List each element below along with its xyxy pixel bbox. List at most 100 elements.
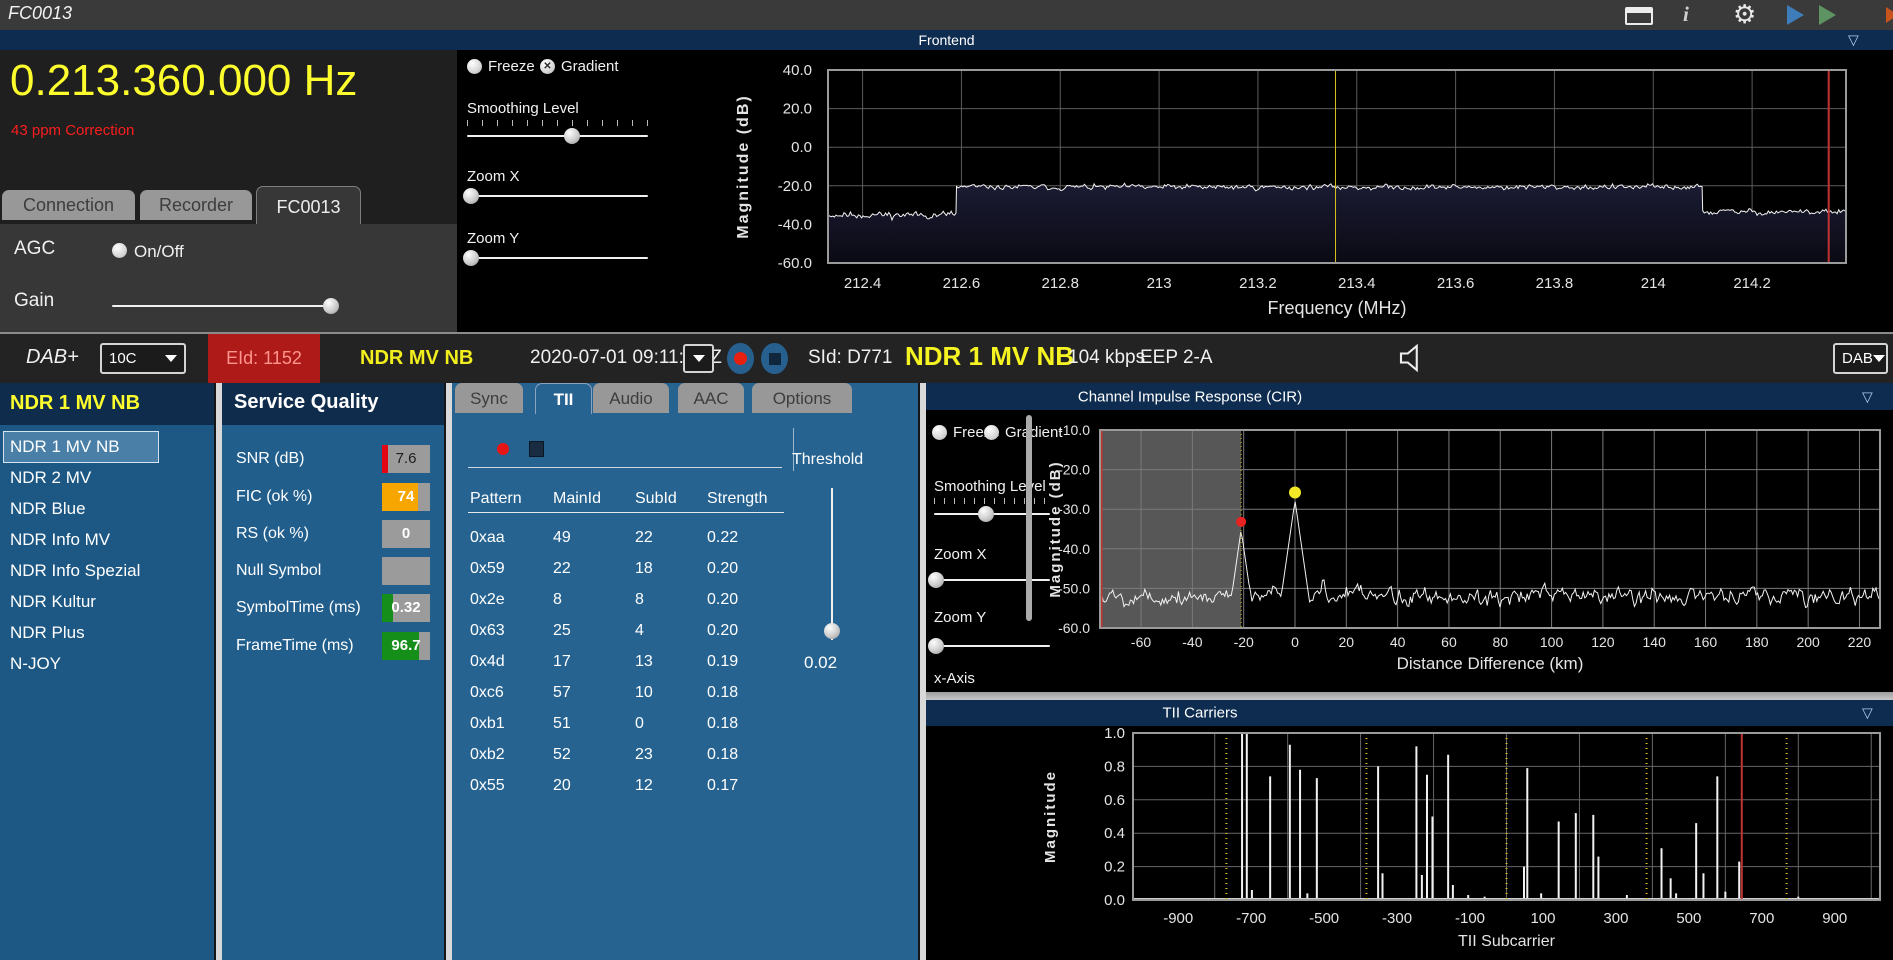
zoom-y-slider-thumb[interactable] bbox=[463, 250, 479, 266]
output-select[interactable]: DAB bbox=[1833, 343, 1888, 374]
service-list-item[interactable]: NDR Kultur bbox=[4, 587, 96, 617]
svg-text:213.4: 213.4 bbox=[1338, 275, 1376, 292]
service-list-item[interactable]: NDR Info MV bbox=[4, 525, 110, 555]
quality-label: SNR (dB) bbox=[236, 450, 304, 468]
svg-text:0: 0 bbox=[1291, 634, 1299, 650]
smoothing-slider[interactable] bbox=[467, 128, 648, 144]
service-quality-panel: Service Quality SNR (dB)7.6FIC (ok %)74R… bbox=[222, 383, 444, 960]
play-blue-icon[interactable] bbox=[1787, 5, 1804, 25]
gain-slider[interactable] bbox=[112, 298, 338, 314]
service-list-item[interactable]: N-JOY bbox=[4, 649, 61, 679]
record-dropdown[interactable] bbox=[683, 344, 714, 373]
svg-text:160: 160 bbox=[1694, 634, 1718, 650]
tab-options[interactable]: Options bbox=[752, 383, 852, 413]
service-list-item[interactable]: NDR Blue bbox=[4, 494, 86, 524]
svg-text:200: 200 bbox=[1796, 634, 1820, 650]
quality-value: 0.32 bbox=[382, 599, 430, 616]
tii-cell: 25 bbox=[553, 622, 571, 640]
tab-sync[interactable]: Sync bbox=[455, 383, 523, 413]
smoothing-tickmarks bbox=[467, 120, 648, 126]
tab-connection[interactable]: Connection bbox=[2, 190, 135, 220]
panel-divider[interactable] bbox=[918, 383, 926, 960]
quality-value-badge bbox=[382, 557, 430, 585]
quality-row: FIC (ok %)74 bbox=[222, 483, 444, 513]
tii-carriers-header: TII Carriers bbox=[926, 700, 1893, 726]
zoom-x-slider-thumb[interactable] bbox=[463, 188, 479, 204]
svg-text:-60.0: -60.0 bbox=[1058, 620, 1090, 636]
svg-text:500: 500 bbox=[1676, 910, 1701, 927]
smoothing-slider-thumb[interactable] bbox=[564, 128, 580, 144]
protection-level: EEP 2-A bbox=[1140, 347, 1213, 369]
settings-gear-icon[interactable] bbox=[1733, 0, 1756, 30]
tab-audio[interactable]: Audio bbox=[593, 383, 669, 413]
tii-stop-square-icon[interactable] bbox=[529, 441, 544, 457]
tab-tii[interactable]: TII bbox=[535, 383, 592, 414]
svg-text:Magnitude (dB): Magnitude (dB) bbox=[1047, 460, 1064, 597]
svg-text:-60.0: -60.0 bbox=[778, 255, 812, 272]
collapse-triangle-icon[interactable] bbox=[1862, 705, 1873, 722]
tii-cell: 0xc6 bbox=[470, 684, 504, 702]
tab-fc0013[interactable]: FC0013 bbox=[256, 186, 361, 225]
svg-text:Distance Difference (km): Distance Difference (km) bbox=[1397, 654, 1584, 673]
tab-recorder[interactable]: Recorder bbox=[140, 190, 252, 220]
quality-value-badge: 96.7 bbox=[382, 632, 430, 660]
tii-cell: 0.18 bbox=[707, 746, 738, 764]
tii-cell: 12 bbox=[635, 777, 653, 795]
tii-cell: 0.20 bbox=[707, 622, 738, 640]
speaker-icon[interactable] bbox=[1395, 340, 1431, 376]
stop-button[interactable] bbox=[761, 343, 788, 374]
gain-slider-track bbox=[112, 305, 338, 307]
panel-divider[interactable] bbox=[214, 383, 222, 960]
tii-column-header: MainId bbox=[553, 490, 601, 508]
service-list-item[interactable]: NDR 2 MV bbox=[4, 463, 91, 493]
tab-aac[interactable]: AAC bbox=[678, 383, 744, 413]
collapse-triangle-icon[interactable] bbox=[1848, 32, 1859, 49]
tii-record-dot-icon[interactable] bbox=[497, 443, 509, 455]
svg-text:214.2: 214.2 bbox=[1733, 275, 1771, 292]
freeze-radio[interactable] bbox=[467, 59, 482, 74]
freeze-label: Freeze bbox=[488, 58, 535, 75]
tii-cell: 0xb1 bbox=[470, 715, 505, 733]
info-icon[interactable] bbox=[1683, 2, 1689, 27]
decoder-tabs: Sync TIIAudio AAC Options bbox=[452, 383, 918, 413]
svg-text:TII Subcarrier: TII Subcarrier bbox=[1458, 933, 1556, 950]
panel-divider[interactable] bbox=[444, 383, 452, 960]
gradient-label: Gradient bbox=[561, 58, 619, 75]
service-list-item[interactable]: NDR Info Spezial bbox=[4, 556, 140, 586]
channel-value: 10C bbox=[109, 350, 137, 367]
collapse-triangle-icon[interactable] bbox=[1862, 388, 1873, 405]
bitrate: 104 kbps bbox=[1068, 347, 1145, 369]
svg-text:0.0: 0.0 bbox=[1104, 892, 1125, 909]
threshold-slider[interactable] bbox=[824, 488, 840, 640]
record-button[interactable] bbox=[727, 343, 754, 374]
cir-panel-body: Freeze Gradient Smoothing Level Zoom X Z… bbox=[926, 410, 1893, 692]
quality-label: Null Symbol bbox=[236, 562, 321, 580]
threshold-slider-thumb[interactable] bbox=[824, 623, 840, 639]
play-green-icon[interactable] bbox=[1819, 5, 1836, 25]
horizontal-divider[interactable] bbox=[926, 692, 1893, 700]
clipped-orange-icon[interactable] bbox=[1886, 7, 1893, 23]
gain-slider-thumb[interactable] bbox=[323, 298, 339, 314]
service-quality-title: Service Quality bbox=[234, 391, 379, 414]
smoothing-label: Smoothing Level bbox=[467, 100, 579, 117]
channel-select[interactable]: 10C bbox=[100, 343, 186, 374]
zoom-x-slider[interactable] bbox=[467, 188, 648, 204]
service-list-item[interactable]: NDR Plus bbox=[4, 618, 85, 648]
service-list-item[interactable]: NDR 1 MV NB bbox=[4, 432, 158, 462]
agc-onoff-radio[interactable] bbox=[112, 243, 127, 258]
zoom-y-slider[interactable] bbox=[467, 250, 648, 266]
tii-cell: 0x59 bbox=[470, 560, 505, 578]
window-layout-icon[interactable] bbox=[1625, 7, 1653, 25]
svg-text:-500: -500 bbox=[1309, 910, 1339, 927]
record-dot-icon bbox=[734, 352, 747, 365]
svg-text:212.4: 212.4 bbox=[844, 275, 882, 292]
tii-cell: 22 bbox=[635, 529, 653, 547]
tii-column-header: Strength bbox=[707, 490, 767, 508]
tii-column-header: SubId bbox=[635, 490, 677, 508]
tuner-panel: 0.213.360.000 Hz 43 ppm Correction Conne… bbox=[0, 50, 457, 334]
gradient-radio[interactable] bbox=[540, 59, 555, 74]
svg-text:100: 100 bbox=[1530, 910, 1555, 927]
tii-cell: 0x4d bbox=[470, 653, 505, 671]
ensemble-name: NDR MV NB bbox=[360, 347, 473, 370]
gain-label: Gain bbox=[14, 290, 54, 312]
